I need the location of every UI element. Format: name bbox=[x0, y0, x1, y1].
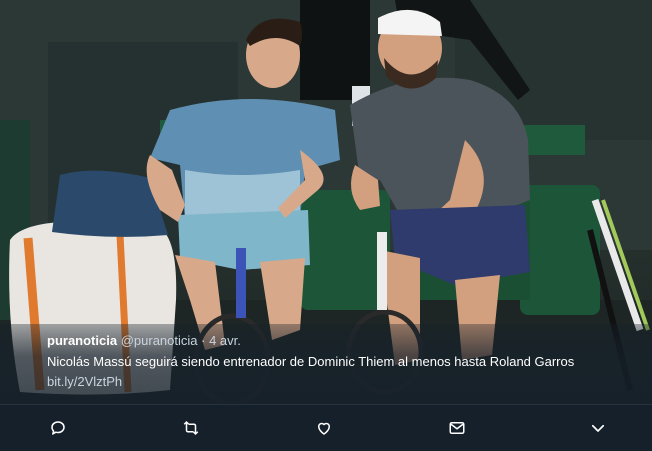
tweet-actions-bar bbox=[0, 404, 652, 451]
direct-message-icon bbox=[449, 422, 465, 434]
direct-message-button[interactable] bbox=[446, 419, 468, 437]
like-icon bbox=[318, 422, 330, 435]
more-options-button[interactable] bbox=[587, 419, 609, 437]
like-button[interactable] bbox=[313, 419, 335, 437]
header-separator: · bbox=[201, 333, 206, 348]
reply-icon bbox=[51, 421, 65, 435]
reply-button[interactable] bbox=[47, 419, 69, 437]
retweet-icon bbox=[183, 420, 199, 436]
retweet-button[interactable] bbox=[180, 419, 202, 437]
tweet-text: Nicolás Massú seguirá siendo entrenador … bbox=[47, 354, 575, 369]
chevron-down-icon bbox=[591, 424, 605, 432]
tweet-link[interactable]: bit.ly/2VlztPh bbox=[47, 374, 122, 390]
author-handle[interactable]: @puranoticia bbox=[121, 333, 198, 348]
tweet-date[interactable]: 4 avr. bbox=[209, 333, 241, 348]
tweet-header: puranoticia @puranoticia · 4 avr. bbox=[47, 333, 241, 349]
author-name[interactable]: puranoticia bbox=[47, 333, 117, 348]
